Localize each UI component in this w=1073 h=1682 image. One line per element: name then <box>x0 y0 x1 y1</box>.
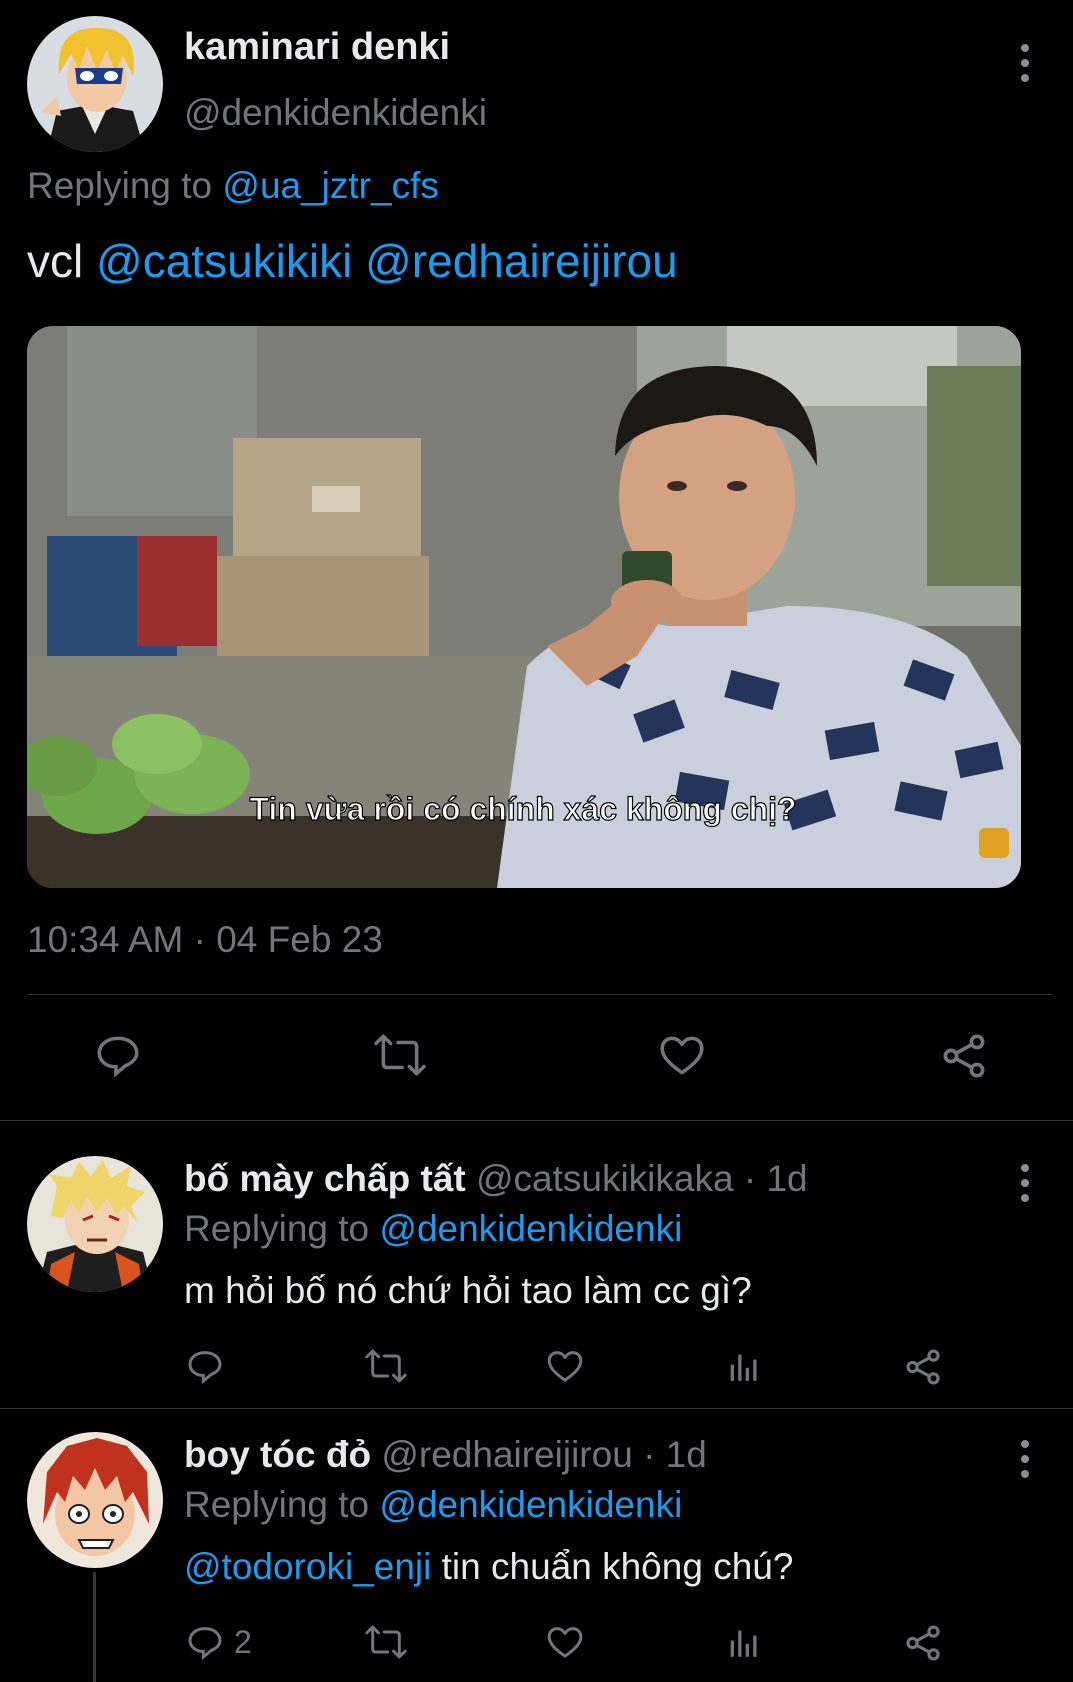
replying-to: Replying to @ua_jztr_cfs <box>27 165 439 207</box>
replying-to-label: Replying to <box>184 1208 370 1249</box>
tweet-media[interactable]: Tin vừa rồi có chính xác không chị? <box>27 326 1021 888</box>
mention-link[interactable]: @redhaireijirou <box>365 235 678 287</box>
replying-to-link[interactable]: @denkidenkidenki <box>379 1484 682 1525</box>
tweet-text: vcl @catsukikiki @redhaireijirou <box>27 234 678 288</box>
avatar[interactable] <box>27 1156 163 1292</box>
like-icon[interactable] <box>544 1622 586 1662</box>
tweet-text-body: tin chuẩn không chú? <box>441 1546 794 1587</box>
display-name[interactable]: boy tóc đỏ <box>184 1434 371 1475</box>
thread-line <box>93 1572 96 1682</box>
user-handle[interactable]: @denkidenkidenki <box>184 92 487 134</box>
reply-header: boy tóc đỏ @redhaireijirou · 1d <box>184 1434 707 1476</box>
user-handle[interactable]: @catsukikikaka <box>476 1158 734 1199</box>
retweet-icon[interactable] <box>362 1346 410 1386</box>
retweet-icon[interactable] <box>370 1030 430 1080</box>
display-name[interactable]: bố mày chấp tất <box>184 1158 466 1199</box>
share-icon[interactable] <box>902 1622 944 1664</box>
media-caption: Tin vừa rồi có chính xác không chị? <box>249 791 796 827</box>
tweet-age[interactable]: · 1d <box>643 1434 707 1475</box>
analytics-icon[interactable] <box>724 1346 764 1386</box>
replying-to: Replying to @denkidenkidenki <box>184 1208 682 1250</box>
more-options-icon[interactable] <box>1021 1440 1031 1485</box>
avatar[interactable] <box>27 1432 163 1568</box>
replying-to: Replying to @denkidenkidenki <box>184 1484 682 1526</box>
replying-to-label: Replying to <box>184 1484 370 1525</box>
tweet-text: m hỏi bố nó chứ hỏi tao làm cc gì? <box>184 1270 752 1311</box>
replying-to-link[interactable]: @denkidenkidenki <box>379 1208 682 1249</box>
more-options-icon[interactable] <box>1021 1164 1031 1209</box>
share-icon[interactable] <box>938 1030 990 1082</box>
tweet-text: @todoroki_enji tin chuẩn không chú? <box>184 1546 793 1588</box>
mention-link[interactable]: @catsukikiki <box>96 235 352 287</box>
replying-to-link[interactable]: @ua_jztr_cfs <box>222 165 438 206</box>
reply-icon[interactable] <box>184 1346 226 1386</box>
avatar[interactable] <box>27 16 163 152</box>
analytics-icon[interactable] <box>724 1622 764 1662</box>
like-icon[interactable] <box>544 1346 586 1386</box>
display-name[interactable]: kaminari denki <box>184 26 450 69</box>
mention-link[interactable]: @todoroki_enji <box>184 1546 431 1587</box>
reply-count: 2 <box>234 1624 252 1660</box>
reply-icon[interactable] <box>92 1030 144 1080</box>
replying-to-label: Replying to <box>27 165 213 206</box>
retweet-icon[interactable] <box>362 1622 410 1662</box>
share-icon[interactable] <box>902 1346 944 1388</box>
reply-icon[interactable] <box>184 1622 226 1662</box>
reply-header: bố mày chấp tất @catsukikikaka · 1d <box>184 1158 808 1200</box>
media-image: Tin vừa rồi có chính xác không chị? <box>27 326 1021 888</box>
like-icon[interactable] <box>656 1030 708 1080</box>
divider <box>0 1120 1073 1121</box>
tweet-text-body: vcl <box>27 235 84 287</box>
divider <box>27 994 1053 995</box>
tweet-timestamp[interactable]: 10:34 AM · 04 Feb 23 <box>27 919 383 961</box>
user-handle[interactable]: @redhaireijirou <box>381 1434 632 1475</box>
tweet-age[interactable]: · 1d <box>744 1158 808 1199</box>
divider <box>0 1408 1073 1409</box>
more-options-icon[interactable] <box>1021 44 1031 89</box>
